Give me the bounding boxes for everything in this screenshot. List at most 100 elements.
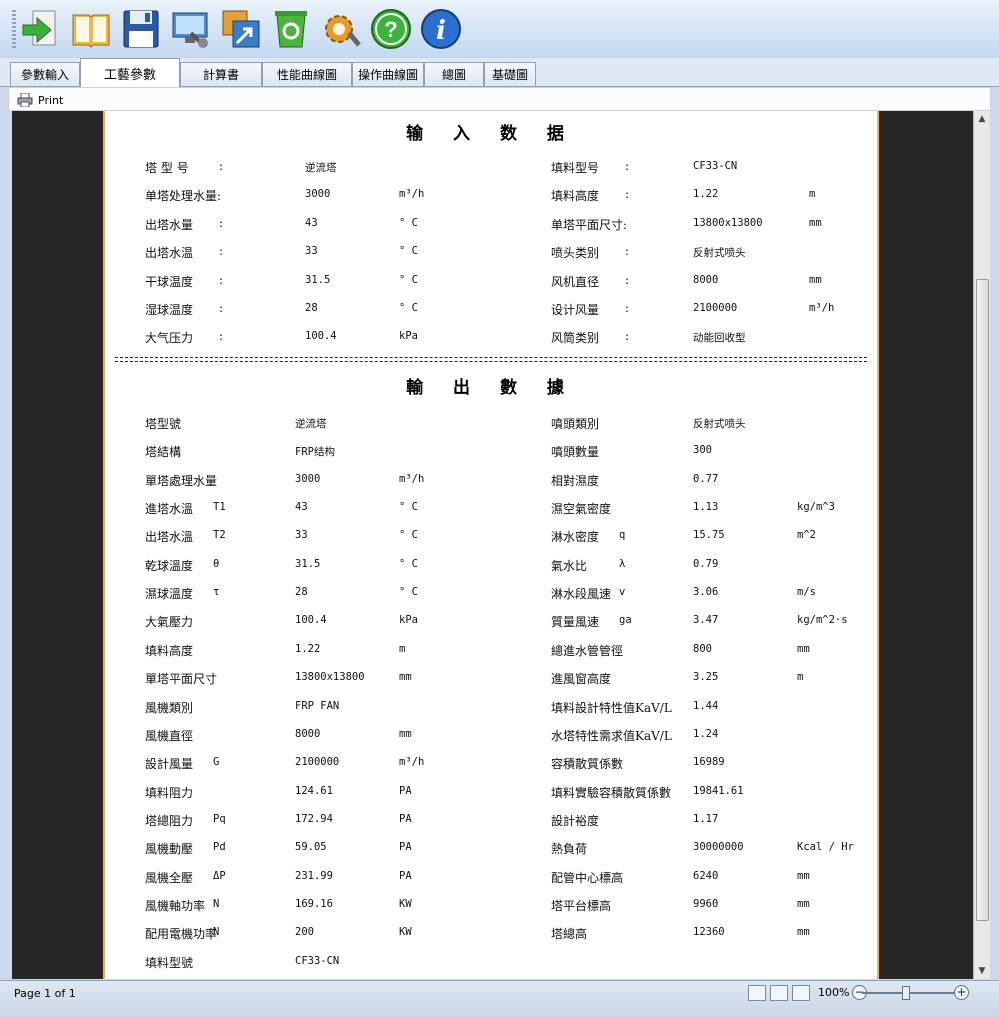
tab-foundation-drawing[interactable]: 基礎圖 <box>484 62 536 86</box>
output-value: 59.05 <box>295 841 327 854</box>
output-unit: PA <box>399 841 412 854</box>
print-label: Print <box>38 93 64 107</box>
save-button[interactable] <box>118 6 164 52</box>
output-unit: kPa <box>399 614 418 627</box>
input-value: CF33-CN <box>693 160 738 172</box>
help-button[interactable]: ? <box>368 6 414 52</box>
input-value: 反射式喷头 <box>693 247 746 260</box>
input-value: 31.5 <box>305 273 331 286</box>
zoom-level: 100% <box>818 986 850 999</box>
input-value: 2100000 <box>693 302 738 314</box>
input-label: 单塔平面尺寸: <box>551 217 628 232</box>
output-value: 172.94 <box>295 812 333 825</box>
input-value: 8000 <box>693 273 719 286</box>
scroll-thumb[interactable] <box>976 279 989 921</box>
gear-button[interactable] <box>318 6 364 52</box>
input-label: 大气压力 <box>145 331 194 346</box>
tab-performance-curve[interactable]: 性能曲線圖 <box>262 62 352 86</box>
recycle-button[interactable] <box>268 6 314 52</box>
settings-button[interactable] <box>168 6 214 52</box>
output-value: 6240 <box>693 869 719 882</box>
print-button[interactable]: Print <box>17 91 63 109</box>
output-symbol: G <box>213 756 220 769</box>
output-value: 231.99 <box>295 869 333 882</box>
report-viewer[interactable]: 输 入 数 据 塔 型 号: 逆流塔 填料型号: CF33-CN 单塔处理水量: 3000… <box>12 111 973 979</box>
output-label: 總進水管管徑 <box>551 643 624 658</box>
tab-process-parameters[interactable]: 工藝參數 <box>80 58 180 87</box>
output-value: FRP结构 <box>295 446 335 459</box>
recycle-bin-icon <box>275 11 307 48</box>
output-value: 16989 <box>693 756 725 769</box>
continuous-view-icon[interactable] <box>792 985 810 1001</box>
section-divider <box>115 357 867 362</box>
output-unit: m^2 <box>797 529 816 542</box>
scroll-down-arrow[interactable]: ▼ <box>974 963 990 979</box>
input-value: 33 <box>305 245 318 258</box>
output-value: 1.22 <box>295 642 321 655</box>
tab-parameter-input[interactable]: 參數輸入 <box>10 62 80 86</box>
single-page-view-icon[interactable] <box>748 985 766 1001</box>
tab-calculation[interactable]: 計算書 <box>180 62 262 86</box>
output-value: 1.24 <box>693 727 719 740</box>
output-unit: KW <box>399 926 412 939</box>
output-unit: mm <box>797 642 810 655</box>
output-label: 配管中心標高 <box>551 870 624 885</box>
output-value: 0.79 <box>693 557 719 570</box>
input-label: 风筒类别 <box>551 331 600 346</box>
input-unit: m <box>809 188 816 201</box>
input-label: 干球温度 <box>145 274 194 289</box>
output-value: 1.17 <box>693 812 719 825</box>
input-label: 出塔水温 <box>145 246 194 261</box>
zoom-in-button[interactable]: + <box>954 985 969 1000</box>
input-colon: : <box>219 215 224 230</box>
input-unit: kPa <box>399 330 418 343</box>
export-button[interactable] <box>218 6 264 52</box>
output-label: 設計風量 <box>145 757 194 772</box>
output-label: 風機全壓 <box>145 870 194 885</box>
input-label: 设计风量 <box>551 303 600 317</box>
two-page-view-icon[interactable] <box>770 985 788 1001</box>
output-label: 淋水密度 <box>551 530 600 545</box>
input-colon: : <box>625 301 630 315</box>
exit-button[interactable] <box>18 6 64 52</box>
output-unit: mm <box>797 869 810 882</box>
info-button[interactable]: i <box>418 6 464 52</box>
output-value: 169.16 <box>295 897 333 910</box>
output-symbol: T1 <box>213 501 226 514</box>
toolbar-grip[interactable] <box>12 10 16 50</box>
zoom-controls: 100% − + <box>744 983 974 1003</box>
input-unit: ° C <box>399 302 418 314</box>
input-label: 单塔处理水量: <box>145 189 222 204</box>
output-label: 濕空氣密度 <box>551 502 612 517</box>
output-value: 100.4 <box>295 614 327 627</box>
output-label: 塔結構 <box>145 445 182 460</box>
output-symbol: N <box>213 897 220 910</box>
input-unit: ° C <box>399 273 418 286</box>
input-value: 动能回收型 <box>693 332 746 345</box>
vertical-scrollbar[interactable]: ▲ ▼ <box>973 111 990 979</box>
tab-general-drawing[interactable]: 總圖 <box>424 62 484 86</box>
output-unit: mm <box>797 926 810 939</box>
output-value: 1.44 <box>693 699 719 712</box>
input-colon: : <box>625 187 630 202</box>
output-value: 200 <box>295 926 314 939</box>
output-symbol: Pq <box>213 812 226 825</box>
zoom-slider-knob[interactable] <box>902 986 910 1000</box>
open-button[interactable] <box>68 6 114 52</box>
input-label: 出塔水量 <box>145 217 194 232</box>
tab-operation-curve[interactable]: 操作曲線圖 <box>352 62 424 86</box>
output-unit: mm <box>399 671 412 684</box>
input-colon: : <box>219 329 224 344</box>
gear-icon <box>325 15 361 47</box>
output-symbol: v <box>619 586 626 599</box>
scroll-up-arrow[interactable]: ▲ <box>974 111 990 127</box>
output-label: 相對濕度 <box>551 473 600 488</box>
input-label: 喷头类别 <box>551 246 600 261</box>
output-unit: m³/h <box>399 756 425 769</box>
output-value: 逆流塔 <box>295 418 327 430</box>
output-unit: PA <box>399 869 412 882</box>
output-label: 濕球溫度 <box>145 587 194 602</box>
output-symbol: τ <box>213 586 220 599</box>
output-unit: PA <box>399 784 412 797</box>
output-value: 15.75 <box>693 529 725 542</box>
